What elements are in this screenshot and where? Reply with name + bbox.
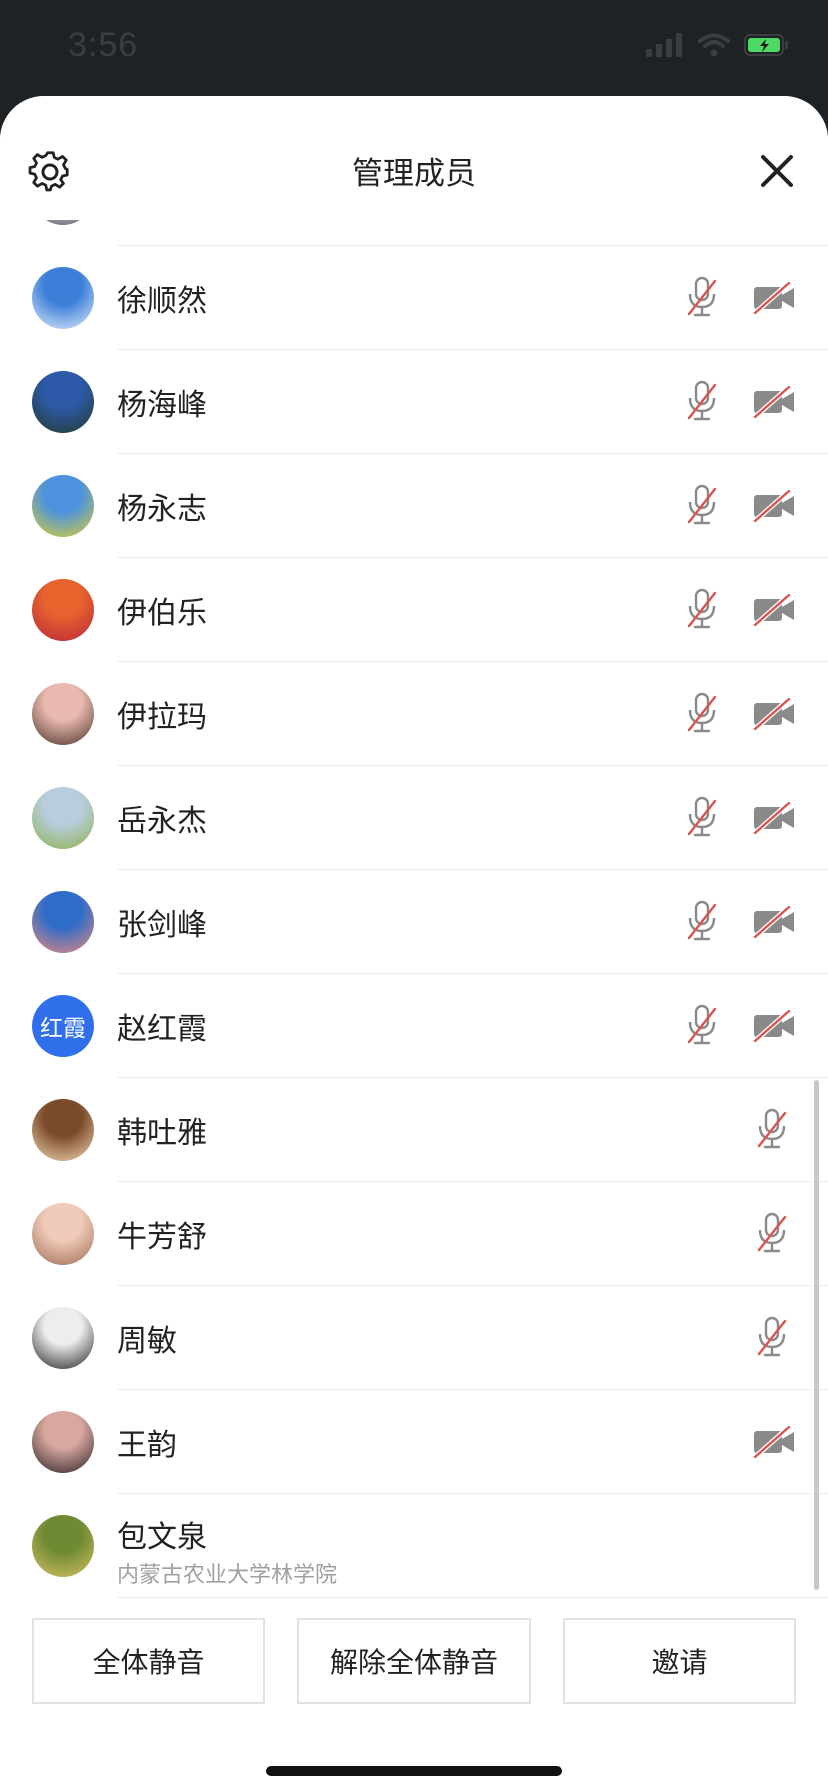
member-row[interactable]: 杨永志: [0, 454, 828, 558]
mic-off-icon[interactable]: [686, 900, 718, 946]
avatar: [32, 1515, 94, 1577]
camera-off-icon[interactable]: [752, 592, 796, 630]
member-name: 张剑峰: [117, 908, 207, 943]
camera-off-icon[interactable]: [752, 904, 796, 942]
camera-off-icon[interactable]: [752, 280, 796, 318]
avatar: [32, 579, 94, 641]
member-name: 伊伯乐: [117, 596, 207, 631]
wifi-icon: [698, 33, 730, 57]
member-name: 伊拉玛: [117, 700, 207, 735]
member-row[interactable]: 杨海峰: [0, 350, 828, 454]
member-row[interactable]: 周敏: [0, 1286, 828, 1390]
mic-off-icon[interactable]: [686, 796, 718, 842]
avatar: [32, 475, 94, 537]
signal-icon: [646, 33, 682, 57]
avatar: [32, 1099, 94, 1161]
member-row[interactable]: 红霞 赵红霞: [0, 974, 828, 1078]
member-name: 杨海峰: [117, 388, 207, 423]
member-name: 周敏: [117, 1324, 177, 1359]
close-icon[interactable]: [756, 150, 798, 192]
member-list[interactable]: 王玉霞徐顺然杨海峰杨永志伊伯乐伊拉玛岳永杰张剑峰红霞赵红霞韩吐雅牛芳舒周敏王韵包…: [0, 96, 828, 1604]
member-name: 徐顺然: [117, 284, 207, 319]
avatar: [32, 1411, 94, 1473]
camera-off-icon[interactable]: [752, 1008, 796, 1046]
member-name: 杨永志: [117, 492, 207, 527]
row-divider: [117, 1597, 828, 1598]
mic-off-icon[interactable]: [686, 1004, 718, 1050]
member-row[interactable]: 张剑峰: [0, 870, 828, 974]
mic-off-icon[interactable]: [756, 1212, 788, 1258]
member-row[interactable]: 王韵: [0, 1390, 828, 1494]
camera-off-icon[interactable]: [752, 800, 796, 838]
member-subtitle: 内蒙古农业大学林学院: [117, 1563, 338, 1588]
member-name: 牛芳舒: [117, 1220, 207, 1255]
avatar: [32, 1203, 94, 1265]
scrollbar[interactable]: [814, 1080, 819, 1590]
page-title: 管理成员: [352, 156, 476, 192]
member-name: 韩吐雅: [117, 1116, 207, 1151]
mic-off-icon[interactable]: [756, 1108, 788, 1154]
member-name: 岳永杰: [117, 804, 207, 839]
mute-all-button[interactable]: 全体静音: [32, 1618, 265, 1704]
mic-off-icon[interactable]: [686, 484, 718, 530]
mic-off-icon[interactable]: [686, 588, 718, 634]
camera-off-icon[interactable]: [752, 696, 796, 734]
camera-off-icon[interactable]: [752, 384, 796, 422]
manage-members-sheet: 王玉霞徐顺然杨海峰杨永志伊伯乐伊拉玛岳永杰张剑峰红霞赵红霞韩吐雅牛芳舒周敏王韵包…: [0, 96, 828, 1792]
home-indicator[interactable]: [266, 1766, 562, 1776]
battery-icon: [744, 34, 788, 56]
member-row[interactable]: 徐顺然: [0, 246, 828, 350]
camera-off-icon[interactable]: [752, 1424, 796, 1462]
member-row[interactable]: 岳永杰: [0, 766, 828, 870]
status-icons: [646, 33, 790, 57]
invite-button[interactable]: 邀请: [563, 1618, 796, 1704]
member-name: 包文泉: [117, 1520, 207, 1555]
member-row[interactable]: 韩吐雅: [0, 1078, 828, 1182]
avatar: [32, 891, 94, 953]
status-bar: 3:56: [0, 0, 828, 96]
footer-actions: 全体静音 解除全体静音 邀请: [0, 1604, 828, 1792]
avatar: 红霞: [32, 995, 94, 1057]
unmute-all-button[interactable]: 解除全体静音: [297, 1618, 531, 1704]
sheet-header: 管理成员: [0, 96, 828, 220]
mic-off-icon[interactable]: [756, 1316, 788, 1362]
camera-off-icon[interactable]: [752, 488, 796, 526]
member-row[interactable]: 包文泉内蒙古农业大学林学院: [0, 1494, 828, 1598]
status-time: 3:56: [68, 26, 139, 64]
member-row[interactable]: 牛芳舒: [0, 1182, 828, 1286]
member-row[interactable]: 伊伯乐: [0, 558, 828, 662]
avatar: [32, 683, 94, 745]
member-name: 王韵: [117, 1428, 177, 1463]
avatar: [32, 787, 94, 849]
avatar: [32, 1307, 94, 1369]
avatar: [32, 371, 94, 433]
member-name: 赵红霞: [117, 1012, 207, 1047]
mic-off-icon[interactable]: [686, 380, 718, 426]
member-row[interactable]: 伊拉玛: [0, 662, 828, 766]
mic-off-icon[interactable]: [686, 276, 718, 322]
avatar: [32, 267, 94, 329]
mic-off-icon[interactable]: [686, 692, 718, 738]
